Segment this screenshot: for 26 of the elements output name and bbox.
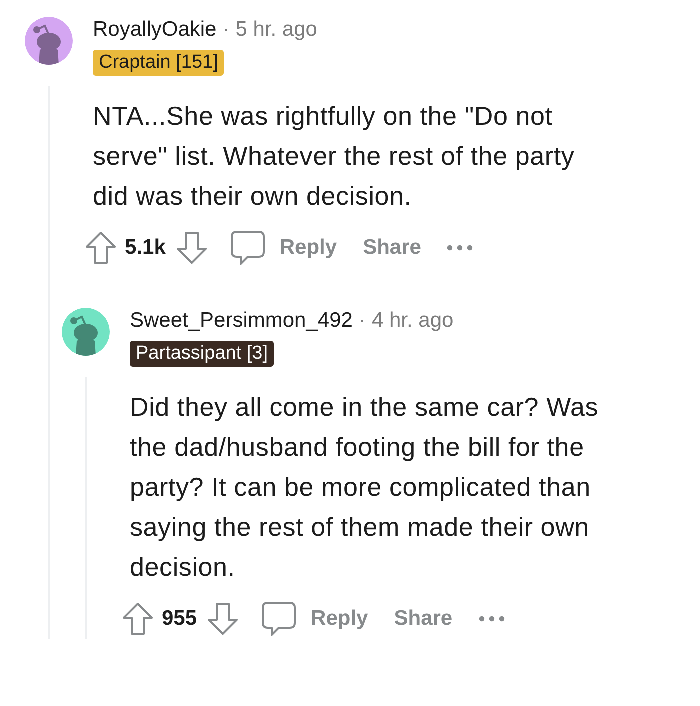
more-options-icon[interactable] bbox=[478, 616, 505, 622]
upvote-icon[interactable] bbox=[85, 231, 117, 265]
avatar[interactable] bbox=[62, 308, 110, 356]
more-options-icon[interactable] bbox=[447, 245, 474, 251]
vote-count: 955 bbox=[162, 607, 198, 631]
comment-icon[interactable] bbox=[261, 601, 298, 637]
action-button[interactable]: Reply bbox=[311, 607, 368, 631]
comment-text: Did they all come in the same car? Was the dad/husband footing the bill for the party? It can be more complicated than saying the rest of them made their own decision. bbox=[130, 391, 600, 584]
separator-dot: · bbox=[222, 18, 230, 42]
action-button[interactable]: Share bbox=[363, 236, 422, 260]
timestamp: 5 hr. ago bbox=[236, 18, 318, 42]
comment-icon[interactable] bbox=[230, 230, 266, 266]
action-button[interactable]: Share bbox=[394, 607, 453, 631]
user-flair: Partassipant [3] bbox=[130, 341, 274, 367]
user-flair: Craptain [151] bbox=[93, 50, 224, 76]
action-button[interactable]: Reply bbox=[280, 236, 338, 260]
username[interactable]: RoyallyOakie bbox=[93, 18, 217, 42]
comment-text: NTA...She was rightfully on the "Do not serve" list. Whatever the rest of the party did was their own decision. bbox=[93, 100, 576, 213]
downvote-icon[interactable] bbox=[176, 231, 208, 265]
avatar[interactable] bbox=[25, 17, 73, 65]
timestamp: 4 hr. ago bbox=[372, 309, 454, 333]
separator-dot: · bbox=[358, 309, 366, 333]
downvote-icon[interactable] bbox=[207, 602, 240, 636]
upvote-icon[interactable] bbox=[122, 602, 154, 636]
username[interactable]: Sweet_Persimmon_492 bbox=[130, 309, 353, 333]
vote-count: 5.1k bbox=[125, 236, 166, 260]
